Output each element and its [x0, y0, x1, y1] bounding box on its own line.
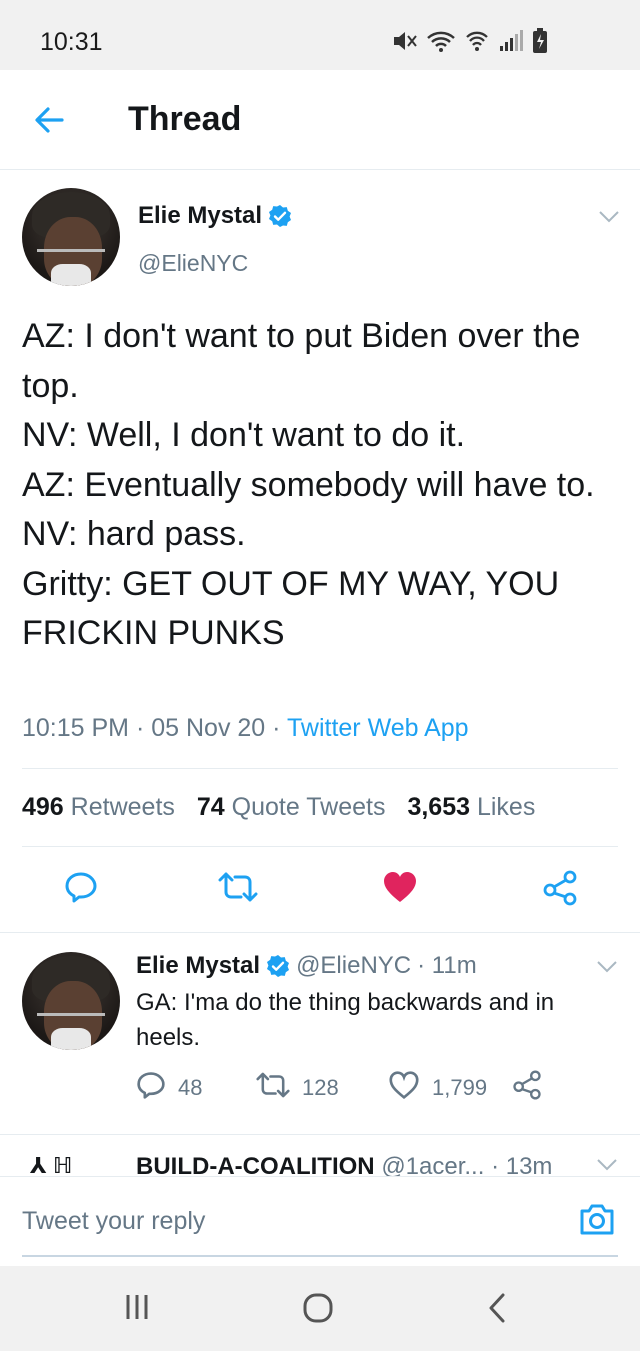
wifi-icon [426, 29, 456, 53]
page-title: Thread [128, 100, 242, 138]
reply-actions: 48 128 1,799 [136, 1070, 616, 1106]
mute-icon [392, 29, 418, 53]
meta-separator: · [135, 714, 145, 742]
recent-apps-icon[interactable] [124, 1292, 150, 1327]
tweet-actions [0, 862, 640, 922]
next-tweet-preview[interactable]: ⅄ ℍ BUILD-A-COALITION @1acer... · 13m [0, 1134, 640, 1178]
likes-stat[interactable]: 3,653 Likes [407, 793, 535, 822]
divider [0, 932, 640, 933]
chevron-down-icon[interactable] [596, 960, 618, 974]
reply-handle[interactable]: @ElieNYC [296, 952, 411, 980]
author-handle[interactable]: @ElieNYC [138, 250, 248, 277]
reply-text: GA: I'ma do the thing backwards and in h… [136, 989, 555, 1051]
retweet-count: 128 [302, 1075, 339, 1100]
back-icon[interactable] [486, 1292, 508, 1329]
reply-avatar[interactable] [22, 952, 120, 1050]
author-name-text: Elie Mystal [138, 202, 263, 229]
retweet-icon[interactable] [218, 870, 258, 906]
reply-input[interactable]: Tweet your reply [22, 1207, 205, 1236]
status-bar: 10:31 [0, 0, 640, 70]
home-icon[interactable] [302, 1292, 334, 1329]
reply-count: 48 [178, 1075, 203, 1100]
reply-share-button[interactable] [512, 1070, 542, 1106]
avatar[interactable] [22, 188, 120, 286]
share-icon[interactable] [542, 870, 578, 906]
next-author-name[interactable]: BUILD-A-COALITION [136, 1153, 375, 1178]
share-icon [512, 1070, 542, 1106]
status-icons [392, 28, 548, 54]
coalition-logo: ⅄ ℍ [30, 1153, 73, 1178]
retweets-stat[interactable]: 496 Retweets [22, 793, 175, 822]
retweet-icon [256, 1070, 290, 1106]
tweet-line: Gritty: GET OUT OF MY WAY, YOU FRICKIN P… [22, 564, 560, 653]
meta-separator: · [272, 714, 281, 742]
tweet-line: AZ: Eventually somebody will have to. [22, 465, 595, 504]
status-time: 10:31 [40, 28, 103, 56]
next-tweet-header: BUILD-A-COALITION @1acer... · 13m [136, 1153, 552, 1178]
chevron-down-icon[interactable] [598, 210, 620, 224]
tweet-line: NV: Well, I don't want to do it. [22, 416, 466, 454]
reply-header: Elie Mystal @ElieNYC · 11m [136, 952, 477, 980]
quote-tweets-stat[interactable]: 74 Quote Tweets [197, 793, 386, 822]
tweet-date: 05 Nov 20 [151, 714, 266, 742]
reply-reply-button[interactable]: 48 [136, 1070, 202, 1106]
reply-age: · 11m [417, 952, 477, 979]
tweet-line: NV: hard pass. [22, 515, 246, 553]
verified-badge-icon [268, 204, 292, 228]
system-nav-bar [0, 1266, 640, 1351]
input-underline [22, 1255, 618, 1257]
author-name[interactable]: Elie Mystal [138, 202, 292, 230]
verified-badge-icon [266, 954, 290, 978]
like-outline-icon [388, 1070, 420, 1106]
tweet-source-link[interactable]: Twitter Web App [287, 714, 469, 742]
thread-header: Thread [0, 70, 640, 170]
reply-retweet-button[interactable]: 128 [256, 1070, 339, 1106]
reply-composer: Tweet your reply [0, 1176, 640, 1266]
like-icon[interactable] [382, 870, 418, 906]
reply-icon [136, 1070, 166, 1106]
next-author-handle[interactable]: @1acer... [381, 1153, 484, 1178]
arrow-left-icon[interactable] [32, 104, 72, 136]
hotspot-icon [464, 29, 490, 53]
reply-like-button[interactable]: 1,799 [388, 1070, 487, 1106]
reply-icon[interactable] [64, 870, 100, 906]
like-count: 1,799 [432, 1075, 488, 1100]
tweet-time: 10:15 PM [22, 714, 130, 742]
battery-charging-icon [532, 28, 548, 54]
camera-icon[interactable] [578, 1201, 616, 1237]
tweet-stats: 496 Retweets 74 Quote Tweets 3,653 Likes [22, 793, 535, 822]
tweet-line: AZ: I don't want to put Biden over the t… [22, 317, 581, 405]
divider [22, 768, 618, 769]
tweet-text: AZ: I don't want to put Biden over the t… [22, 312, 622, 659]
chevron-down-icon[interactable] [596, 1158, 618, 1172]
signal-icon [498, 29, 524, 53]
tweet-meta: 10:15 PM · 05 Nov 20 · Twitter Web App [22, 714, 469, 743]
next-tweet-age: · 13m [491, 1153, 553, 1178]
reply-author-name[interactable]: Elie Mystal [136, 952, 260, 980]
divider [22, 846, 618, 847]
